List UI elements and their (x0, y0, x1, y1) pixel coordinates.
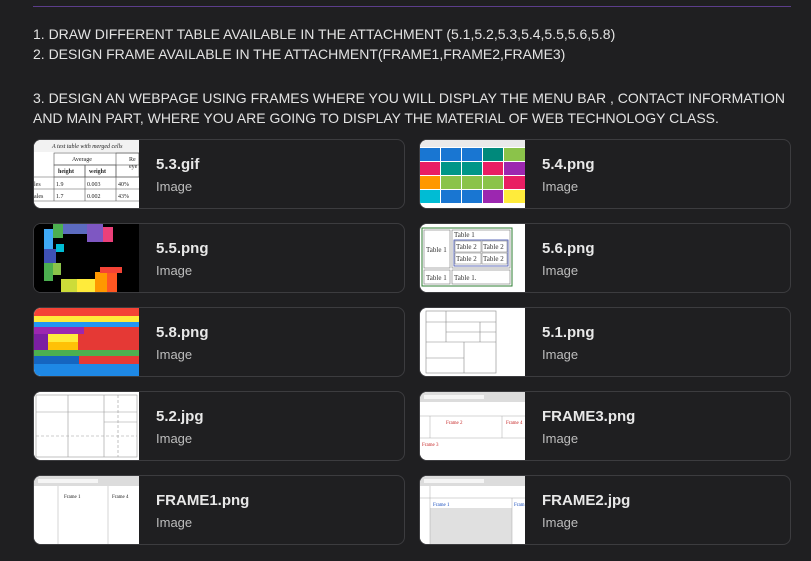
attachment-thumbnail: Table 1 Table 1 Table 2 Table 2 Table 2 … (420, 224, 525, 292)
attachment-type: Image (542, 263, 579, 278)
attachment-card-5-3[interactable]: A test table with merged cells Average h… (33, 139, 405, 209)
thumb-caption: A test table with merged cells (51, 144, 123, 150)
attachment-type: Image (542, 515, 579, 530)
attachment-thumbnail: Frame 1 Fram (420, 476, 525, 544)
svg-text:Table 1: Table 1 (426, 274, 447, 282)
attachment-filename: 5.3.gif (156, 156, 200, 173)
attachment-filename: 5.5.png (156, 240, 209, 257)
svg-text:40%: 40% (118, 182, 129, 188)
attachment-card-frame1[interactable]: Frame 1 Frame 4 FRAME1.png Image (33, 475, 405, 545)
attachment-thumbnail (420, 308, 525, 376)
attachment-card-5-8[interactable]: 5.8.png Image (33, 307, 405, 377)
svg-text:Frame 1: Frame 1 (64, 495, 81, 500)
svg-text:weight: weight (89, 169, 106, 175)
attachment-filename: 5.8.png (156, 324, 209, 341)
svg-text:Frame 2: Frame 2 (446, 421, 463, 426)
svg-text:Re: Re (129, 157, 136, 163)
attachment-type: Image (542, 179, 579, 194)
attachment-type: Image (542, 347, 579, 362)
svg-text:Frame 4: Frame 4 (112, 495, 129, 500)
svg-text:Table 2: Table 2 (483, 243, 504, 251)
svg-text:Frame 1: Frame 1 (433, 503, 450, 508)
svg-text:0.003: 0.003 (87, 182, 101, 188)
attachment-type: Image (156, 515, 193, 530)
svg-text:Table 2: Table 2 (483, 255, 504, 263)
top-divider (33, 6, 791, 7)
attachment-filename: FRAME2.jpg (542, 492, 631, 509)
attachment-thumbnail (34, 392, 139, 460)
svg-text:Table 1: Table 1 (426, 246, 447, 254)
svg-text:Table 2: Table 2 (456, 255, 477, 263)
attachment-card-5-4[interactable]: 5.4.png Image (419, 139, 791, 209)
svg-text:Table 1.: Table 1. (454, 274, 477, 282)
attachment-thumbnail (34, 224, 139, 292)
attachment-filename: 5.1.png (542, 324, 595, 341)
attachment-filename: 5.6.png (542, 240, 595, 257)
attachment-thumbnail (34, 308, 139, 376)
svg-text:Average: Average (72, 157, 92, 163)
attachment-card-frame2[interactable]: Frame 1 Fram FRAME2.jpg Image (419, 475, 791, 545)
svg-text:height: height (58, 169, 74, 175)
attachment-filename: 5.4.png (542, 156, 595, 173)
svg-text:Table 1: Table 1 (454, 231, 475, 239)
instruction-line-3: 3. DESIGN AN WEBPAGE USING FRAMES WHERE … (33, 90, 785, 126)
attachment-card-5-6[interactable]: Table 1 Table 1 Table 2 Table 2 Table 2 … (419, 223, 791, 293)
instruction-line-2: 2. DESIGN FRAME AVAILABLE IN THE ATTACHM… (33, 46, 566, 62)
svg-text:1.7: 1.7 (56, 194, 64, 200)
assignment-instructions: 1. DRAW DIFFERENT TABLE AVAILABLE IN THE… (33, 24, 798, 128)
attachment-filename: FRAME3.png (542, 408, 636, 425)
attachment-card-5-5[interactable]: 5.5.png Image (33, 223, 405, 293)
attachment-thumbnail: Frame 1 Frame 4 (34, 476, 139, 544)
svg-text:43%: 43% (118, 194, 129, 200)
svg-text:1.9: 1.9 (56, 182, 64, 188)
attachment-type: Image (156, 263, 193, 278)
attachment-type: Image (542, 431, 579, 446)
svg-text:ales: ales (34, 194, 44, 200)
attachment-card-5-2[interactable]: 5.2.jpg Image (33, 391, 405, 461)
svg-text:eye: eye (129, 164, 138, 170)
attachment-filename: 5.2.jpg (156, 408, 204, 425)
svg-text:Frame 3: Frame 3 (422, 443, 439, 448)
attachment-type: Image (156, 179, 193, 194)
svg-text:Fram: Fram (514, 503, 525, 508)
attachment-thumbnail: Frame 2 Frame 4 Frame 3 (420, 392, 525, 460)
attachment-card-frame3[interactable]: Frame 2 Frame 4 Frame 3 FRAME3.png Image (419, 391, 791, 461)
attachment-card-5-1[interactable]: 5.1.png Image (419, 307, 791, 377)
svg-text:les: les (34, 182, 41, 188)
instruction-line-1: 1. DRAW DIFFERENT TABLE AVAILABLE IN THE… (33, 26, 616, 42)
attachment-thumbnail (420, 140, 525, 208)
attachment-filename: FRAME1.png (156, 492, 250, 509)
attachment-type: Image (156, 347, 193, 362)
attachment-type: Image (156, 431, 193, 446)
svg-text:0.002: 0.002 (87, 194, 101, 200)
svg-text:Table 2: Table 2 (456, 243, 477, 251)
svg-text:Frame 4: Frame 4 (506, 421, 523, 426)
attachment-thumbnail: A test table with merged cells Average h… (34, 140, 139, 208)
